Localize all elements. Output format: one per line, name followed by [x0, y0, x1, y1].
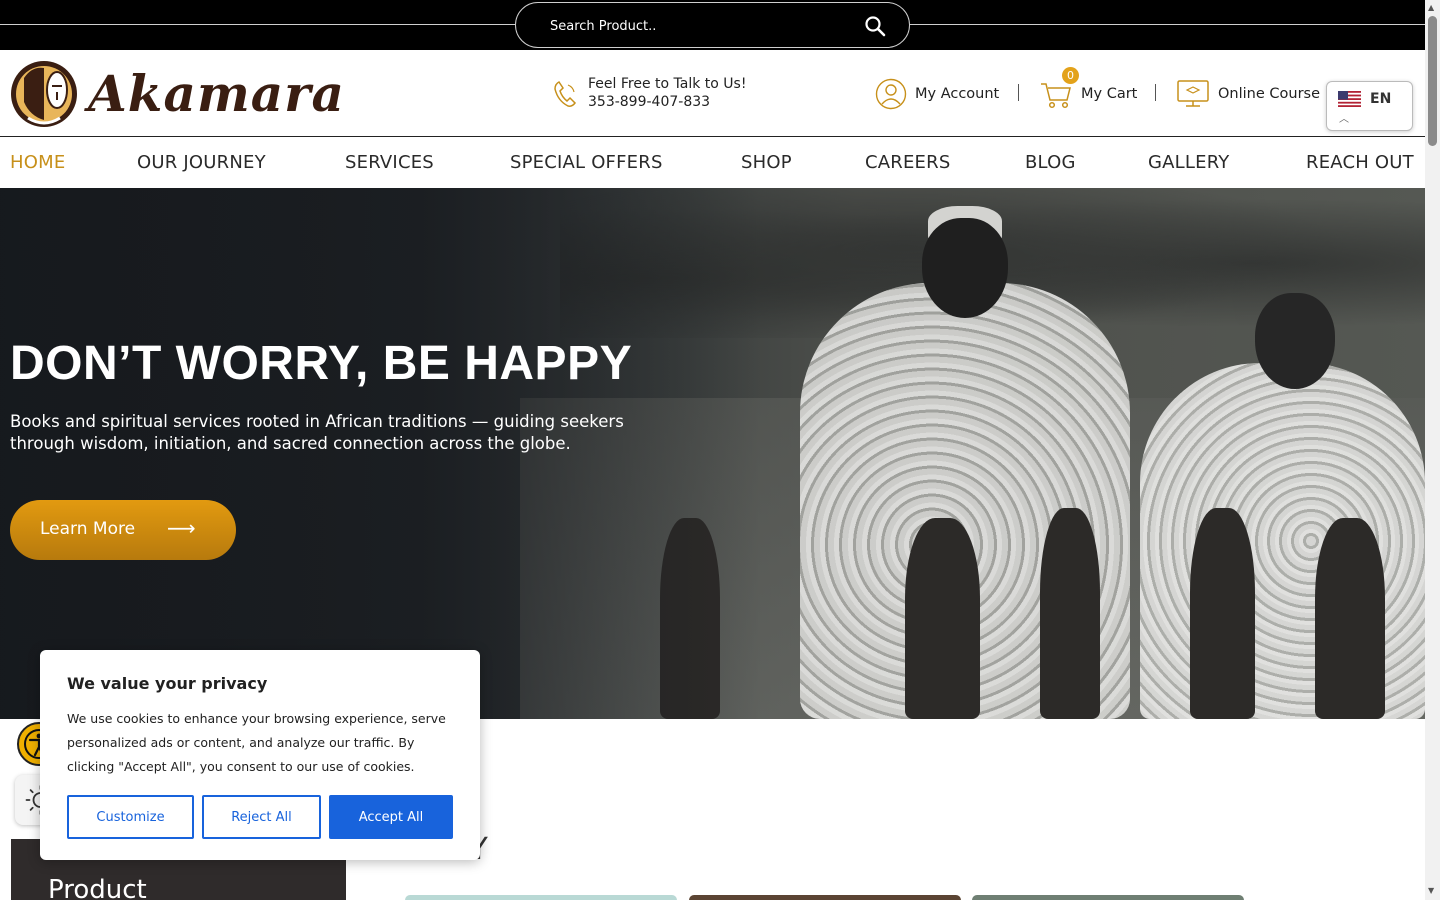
hero-text: Books and spiritual services rooted in A… — [10, 412, 624, 453]
contact-title: Feel Free to Talk to Us! — [588, 76, 747, 92]
cookie-title: We value your privacy — [67, 674, 268, 693]
top-search-bar — [0, 0, 1425, 50]
product-panel-title: Product — [48, 875, 147, 900]
nav-item-shop[interactable]: SHOP — [741, 152, 792, 173]
header-separator — [1018, 84, 1019, 101]
logo[interactable]: Akamara — [10, 58, 344, 130]
us-flag-icon — [1338, 91, 1361, 107]
hero-photo-statue — [1315, 518, 1385, 719]
hero-banner: DON’T WORRY, BE HAPPY Books and spiritua… — [0, 188, 1425, 719]
main-nav: HOME OUR JOURNEY SERVICES SPECIAL OFFERS… — [0, 137, 1425, 188]
divider-line — [0, 24, 516, 25]
search-icon[interactable] — [863, 14, 887, 38]
hero-photo-statue — [1190, 508, 1255, 719]
learn-more-button[interactable]: Learn More ⟶ — [10, 500, 236, 560]
hero-title: DON’T WORRY, BE HAPPY — [10, 337, 633, 390]
chevron-up-icon: ︿ — [1339, 114, 1349, 125]
product-thumbnail[interactable] — [405, 895, 677, 900]
nav-item-careers[interactable]: CAREERS — [865, 152, 950, 173]
nav-item-services[interactable]: SERVICES — [345, 152, 434, 173]
my-cart-label: My Cart — [1081, 86, 1138, 102]
learn-more-label: Learn More — [40, 519, 136, 539]
user-icon — [875, 78, 907, 110]
contact-block: Feel Free to Talk to Us! 353-899-407-833 — [552, 76, 772, 116]
logo-mask-icon — [11, 61, 77, 127]
scroll-down-icon[interactable]: ▼ — [1428, 886, 1434, 895]
hero-photo-person — [1255, 293, 1335, 389]
scroll-up-icon[interactable]: ▲ — [1428, 3, 1434, 12]
online-course-label: Online Course — [1218, 86, 1321, 102]
logo-text: Akamara — [88, 64, 345, 123]
nav-item-blog[interactable]: BLOG — [1025, 152, 1076, 173]
my-account-label: My Account — [915, 86, 1000, 102]
language-switcher[interactable]: EN ︿ — [1326, 81, 1413, 131]
nav-item-gallery[interactable]: GALLERY — [1148, 152, 1229, 173]
search-input[interactable] — [550, 15, 850, 37]
hero-photo-statue — [1040, 508, 1100, 719]
hero-photo-person — [922, 218, 1008, 318]
product-thumbnail[interactable] — [972, 895, 1244, 900]
my-cart-link[interactable]: My Cart — [1039, 76, 1137, 112]
contact-phone[interactable]: 353-899-407-833 — [588, 94, 710, 110]
cookie-consent-dialog: We value your privacy We use cookies to … — [40, 650, 480, 860]
monitor-icon — [1177, 80, 1209, 107]
page-scrollbar[interactable]: ▲ ▼ — [1425, 0, 1440, 900]
nav-item-reach-out[interactable]: REACH OUT — [1306, 152, 1414, 173]
site-header: Akamara Feel Free to Talk to Us! 353-899… — [0, 50, 1425, 137]
accept-all-button[interactable]: Accept All — [329, 795, 453, 839]
header-separator — [1155, 84, 1156, 101]
cart-count-badge: 0 — [1062, 67, 1079, 84]
divider-line — [909, 24, 1425, 25]
nav-item-home[interactable]: HOME — [10, 152, 65, 173]
nav-item-special-offers[interactable]: SPECIAL OFFERS — [510, 152, 663, 173]
search-box — [515, 2, 910, 48]
nav-item-our-journey[interactable]: OUR JOURNEY — [137, 152, 266, 173]
arrow-right-icon: ⟶ — [167, 516, 196, 540]
online-course-link[interactable]: Online Course — [1176, 76, 1320, 112]
scrollbar-thumb[interactable] — [1428, 16, 1437, 146]
hero-photo-statue — [905, 518, 980, 719]
product-thumbnail[interactable] — [689, 895, 961, 900]
cookie-text: We use cookies to enhance your browsing … — [67, 711, 446, 774]
language-code: EN — [1370, 91, 1392, 107]
phone-icon — [554, 81, 576, 107]
reject-all-button[interactable]: Reject All — [202, 795, 321, 839]
my-account-link[interactable]: My Account — [875, 76, 999, 112]
customize-button[interactable]: Customize — [67, 795, 194, 839]
